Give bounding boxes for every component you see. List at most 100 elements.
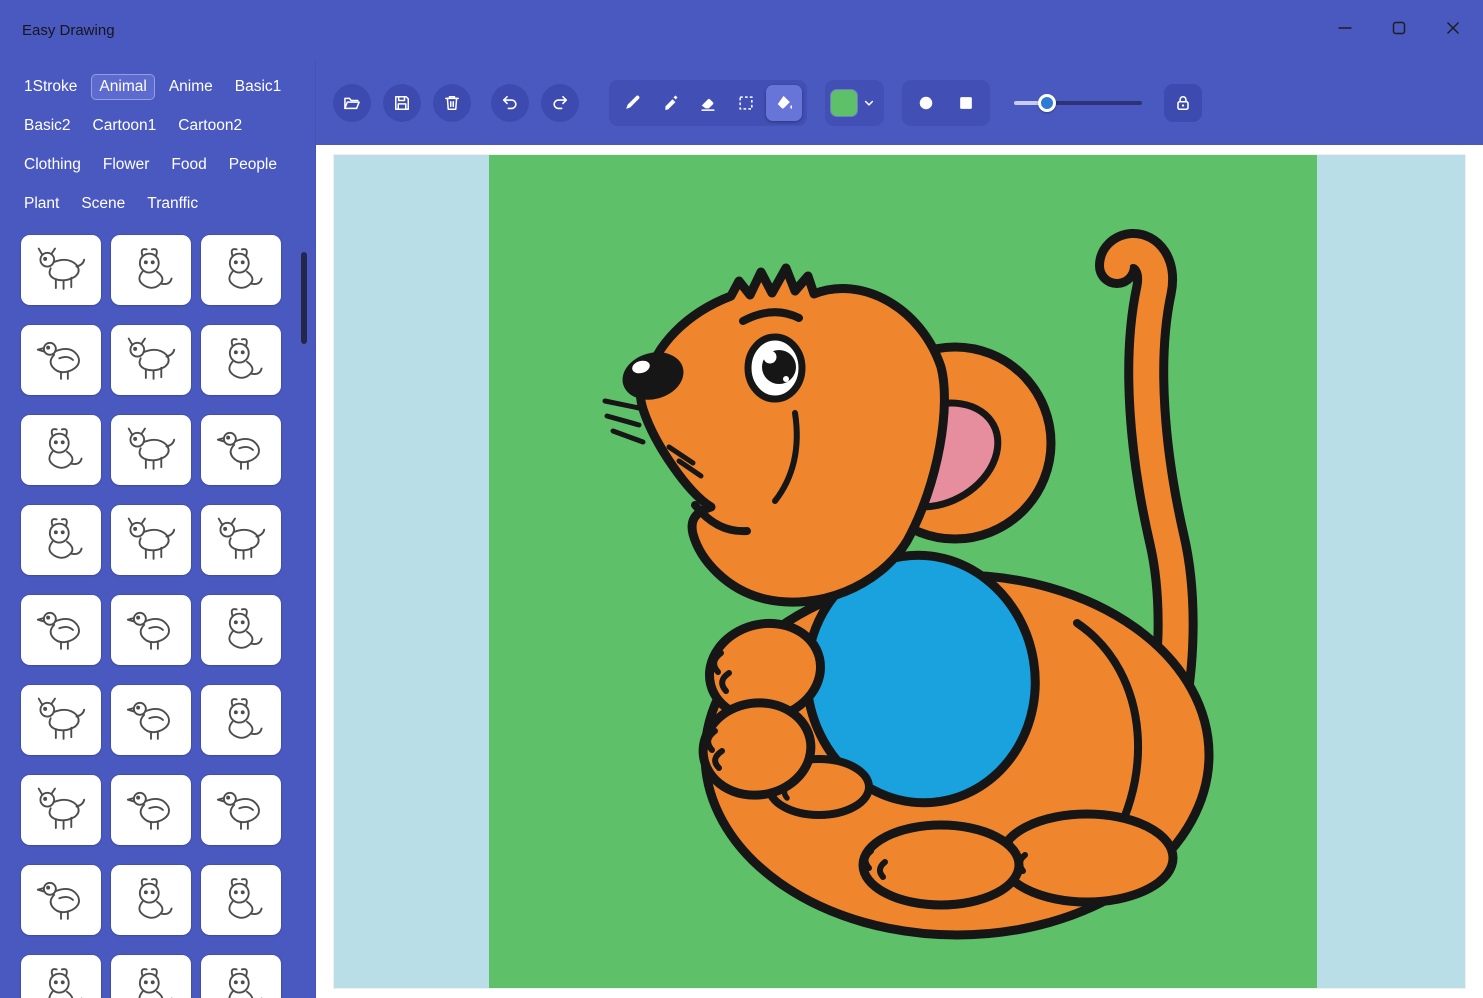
eraser-tool-button[interactable]: [690, 85, 726, 121]
thumbnail-chicks[interactable]: [111, 685, 191, 755]
undo-button[interactable]: [491, 84, 529, 122]
circle-shape-button[interactable]: [908, 86, 944, 120]
thumbnail-duckling[interactable]: [111, 595, 191, 665]
category-tab-1stroke[interactable]: 1Stroke: [16, 74, 85, 100]
thumbnail-mouse-pair[interactable]: [21, 955, 101, 998]
thumbnail-sketch: [33, 426, 89, 474]
main-area: [315, 60, 1483, 998]
window-title: Easy Drawing: [22, 22, 115, 39]
thumbnail-sketch: [33, 966, 89, 998]
thumbnail-duckling-2[interactable]: [21, 865, 101, 935]
thumbnail-sketch: [213, 246, 269, 294]
thumbnail-pigeon[interactable]: [201, 415, 281, 485]
category-tab-clothing[interactable]: Clothing: [16, 152, 89, 178]
thumbnail-rabbit[interactable]: [201, 595, 281, 665]
size-slider-thumb[interactable]: [1038, 94, 1056, 112]
toolbar: [316, 60, 1483, 145]
category-tab-basic2[interactable]: Basic2: [16, 113, 79, 139]
shape-group: [902, 80, 990, 126]
title-bar: Easy Drawing: [0, 0, 1483, 60]
category-tab-tranffic[interactable]: Tranffic: [139, 191, 206, 217]
chevron-down-icon: [860, 93, 878, 113]
square-shape-button[interactable]: [948, 86, 984, 120]
thumbnail-sketch: [33, 246, 89, 294]
thumbnail-rooster[interactable]: [21, 595, 101, 665]
thumbnail-squirrel[interactable]: [111, 235, 191, 305]
minimize-button[interactable]: [1323, 8, 1367, 48]
thumbnail-sketch: [123, 246, 179, 294]
thumbnail-running-rabbit[interactable]: [21, 685, 101, 755]
fill-bucket-icon: [774, 93, 794, 113]
category-tabs: 1StrokeAnimal AnimeBasic1 Basic2Cartoon1Ca…: [0, 60, 315, 225]
drawing-canvas[interactable]: [334, 155, 1465, 988]
redo-icon: [550, 93, 570, 113]
marker-icon: [660, 93, 680, 113]
thumbnail-butterfly[interactable]: [201, 955, 281, 998]
circle-shape-icon: [916, 93, 936, 113]
app-body: 1StrokeAnimal AnimeBasic1 Basic2Cartoon1Ca…: [0, 60, 1483, 998]
color-swatch[interactable]: [831, 90, 857, 116]
thumbnail-sketch: [123, 966, 179, 998]
thumbnail-sketch: [33, 786, 89, 834]
thumbnail-duck[interactable]: [201, 775, 281, 845]
color-dropdown-button[interactable]: [860, 88, 878, 118]
thumbnail-mouse[interactable]: [201, 235, 281, 305]
thumbnail-eagle[interactable]: [21, 325, 101, 395]
category-tab-cartoon2[interactable]: Cartoon2: [170, 113, 250, 139]
category-tab-anime[interactable]: Anime: [161, 74, 221, 100]
close-button[interactable]: [1431, 8, 1475, 48]
thumbnail-goat[interactable]: [111, 325, 191, 395]
thumbnail-mouse-3[interactable]: [201, 865, 281, 935]
category-tab-people[interactable]: People: [221, 152, 285, 178]
coloring-stage[interactable]: [489, 155, 1317, 988]
thumbnail-grid: [0, 225, 315, 998]
tool-group: [609, 80, 807, 126]
select-tool-button[interactable]: [728, 85, 764, 121]
undo-icon: [500, 93, 520, 113]
maximize-icon: [1388, 17, 1410, 39]
minimize-icon: [1334, 17, 1356, 39]
thumbnail-sleeping-cat[interactable]: [21, 505, 101, 575]
lock-button[interactable]: [1164, 84, 1202, 122]
select-rect-icon: [736, 93, 756, 113]
category-tab-cartoon1[interactable]: Cartoon1: [85, 113, 165, 139]
save-button[interactable]: [383, 84, 421, 122]
marker-tool-button[interactable]: [652, 85, 688, 121]
trash-icon: [442, 93, 462, 113]
thumbnail-kangaroo-mouse[interactable]: [21, 415, 101, 485]
thumbnail-sketch: [123, 786, 179, 834]
thumbnail-ant[interactable]: [201, 325, 281, 395]
workspace: [316, 145, 1483, 998]
brush-tool-button[interactable]: [614, 85, 650, 121]
open-button[interactable]: [333, 84, 371, 122]
save-icon: [392, 93, 412, 113]
thumbnail-mouse-4[interactable]: [111, 955, 191, 998]
category-tab-plant[interactable]: Plant: [16, 191, 67, 217]
category-tab-scene[interactable]: Scene: [73, 191, 133, 217]
category-tab-basic1[interactable]: Basic1: [227, 74, 290, 100]
thumbnail-lamb[interactable]: [201, 505, 281, 575]
fill-tool-button[interactable]: [766, 85, 802, 121]
size-slider[interactable]: [1014, 94, 1142, 112]
thumbnail-goose[interactable]: [111, 775, 191, 845]
thumbnail-lion[interactable]: [111, 415, 191, 485]
square-shape-icon: [956, 93, 976, 113]
sidebar-scrollbar[interactable]: [301, 252, 307, 344]
thumbnail-mouse-2[interactable]: [111, 865, 191, 935]
app-window: Easy Drawing 1StrokeAnimal AnimeBasic1 Bas…: [0, 0, 1483, 998]
delete-button[interactable]: [433, 84, 471, 122]
redo-button[interactable]: [541, 84, 579, 122]
category-tab-food[interactable]: Food: [163, 152, 214, 178]
thumbnail-puppy[interactable]: [111, 505, 191, 575]
thumbnail-deer[interactable]: [21, 235, 101, 305]
thumbnail-sketch: [33, 606, 89, 654]
maximize-button[interactable]: [1377, 8, 1421, 48]
thumbnail-tiger[interactable]: [21, 775, 101, 845]
thumbnail-sketch: [123, 876, 179, 924]
category-tab-flower[interactable]: Flower: [95, 152, 158, 178]
folder-open-icon: [342, 93, 362, 113]
thumbnail-sketch: [213, 786, 269, 834]
thumbnail-rabbit-pair[interactable]: [201, 685, 281, 755]
brush-icon: [622, 93, 642, 113]
category-tab-animal[interactable]: Animal: [91, 74, 154, 100]
